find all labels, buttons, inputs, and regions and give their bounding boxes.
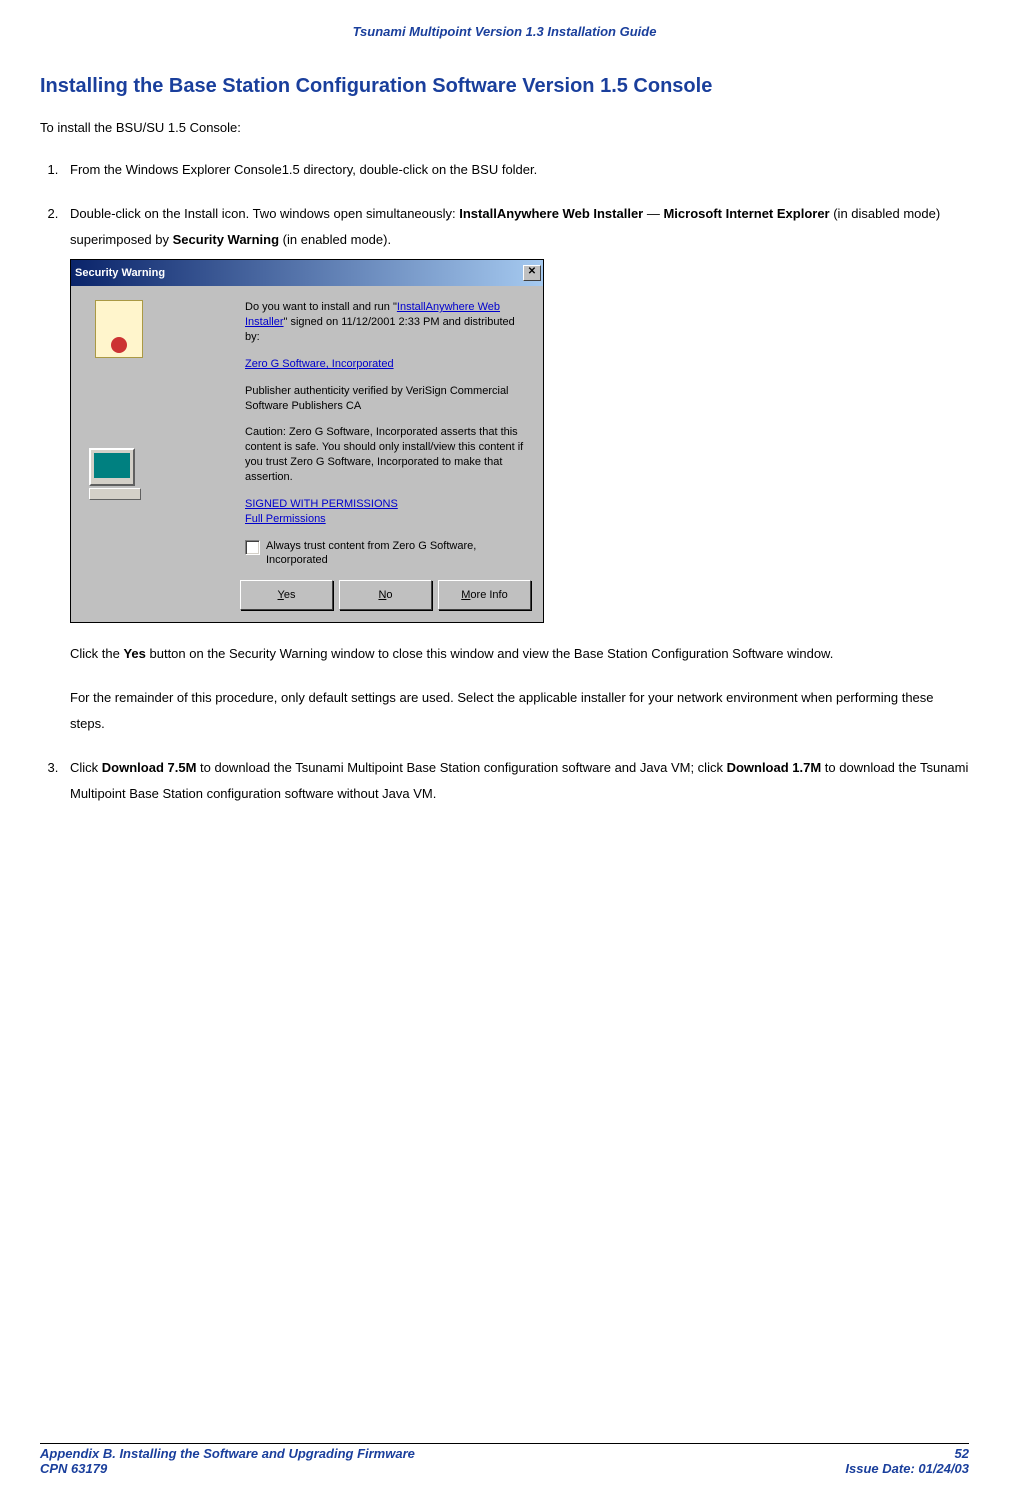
more-info-button[interactable]: More Info: [438, 580, 531, 610]
s3-c: to download the Tsunami Multipoint Base …: [196, 760, 726, 775]
step-2-text-d: (in enabled mode).: [279, 232, 391, 247]
yes-button[interactable]: Yes: [240, 580, 333, 610]
step-2-bold-2: Microsoft Internet Explorer: [663, 206, 829, 221]
dialog-content: Do you want to install and run "InstallA…: [245, 300, 531, 568]
close-icon[interactable]: ✕: [523, 265, 541, 281]
permissions-link-2[interactable]: Full Permissions: [245, 513, 326, 525]
step-2-dash: —: [643, 206, 663, 221]
computer-icon: [89, 448, 145, 498]
step-2-bold-3: Security Warning: [173, 232, 279, 247]
no-button[interactable]: No: [339, 580, 432, 610]
step-2: Double-click on the Install icon. Two wi…: [62, 201, 969, 737]
footer-cpn: CPN 63179: [40, 1461, 107, 1476]
section-title: Installing the Base Station Configuratio…: [40, 75, 969, 98]
intro-text: To install the BSU/SU 1.5 Console:: [40, 116, 969, 139]
caution-text: Caution: Zero G Software, Incorporated a…: [245, 425, 531, 484]
dialog-icon-panel: [85, 300, 245, 568]
step-1: From the Windows Explorer Console1.5 dir…: [62, 157, 969, 183]
publisher-text: Publisher authenticity verified by VeriS…: [245, 384, 531, 414]
permissions-block: SIGNED WITH PERMISSIONS Full Permissions: [245, 497, 531, 527]
always-trust-label: Always trust content from Zero G Softwar…: [266, 539, 531, 569]
dialog-question: Do you want to install and run "InstallA…: [245, 300, 531, 345]
s2n1-a: Click the: [70, 646, 123, 661]
dialog-q-a: Do you want to install and run ": [245, 301, 397, 313]
steps-list: From the Windows Explorer Console1.5 dir…: [40, 157, 969, 807]
dialog-button-row: Yes No More Info: [71, 578, 543, 622]
vendor-link[interactable]: Zero G Software, Incorporated: [245, 358, 394, 370]
step-2-text-a: Double-click on the Install icon. Two wi…: [70, 206, 459, 221]
s2n1-b: Yes: [123, 646, 145, 661]
footer-page-number: 52: [955, 1446, 969, 1461]
document-header: Tsunami Multipoint Version 1.3 Installat…: [40, 24, 969, 45]
s2n1-c: button on the Security Warning window to…: [146, 646, 833, 661]
dialog-title: Security Warning: [75, 262, 165, 284]
page-footer: Appendix B. Installing the Software and …: [40, 1443, 969, 1476]
always-trust-row: Always trust content from Zero G Softwar…: [245, 539, 531, 569]
step-2-note-1: Click the Yes button on the Security War…: [70, 641, 969, 667]
footer-issue-date: Issue Date: 01/24/03: [845, 1461, 969, 1476]
certificate-icon: [95, 300, 143, 358]
step-2-note-2: For the remainder of this procedure, onl…: [70, 685, 969, 737]
security-warning-screenshot: Security Warning ✕: [70, 259, 969, 623]
s3-b2: Download 1.7M: [727, 760, 822, 775]
dialog-titlebar: Security Warning ✕: [71, 260, 543, 286]
step-3: Click Download 7.5M to download the Tsun…: [62, 755, 969, 807]
permissions-link-1[interactable]: SIGNED WITH PERMISSIONS: [245, 498, 398, 510]
footer-appendix: Appendix B. Installing the Software and …: [40, 1446, 415, 1461]
step-2-bold-1: InstallAnywhere Web Installer: [459, 206, 643, 221]
s3-b1: Download 7.5M: [102, 760, 197, 775]
security-warning-dialog: Security Warning ✕: [70, 259, 544, 623]
s3-a: Click: [70, 760, 102, 775]
dialog-q-b: " signed on 11/12/2001 2:33 PM and distr…: [245, 316, 515, 343]
always-trust-checkbox[interactable]: [245, 540, 260, 555]
